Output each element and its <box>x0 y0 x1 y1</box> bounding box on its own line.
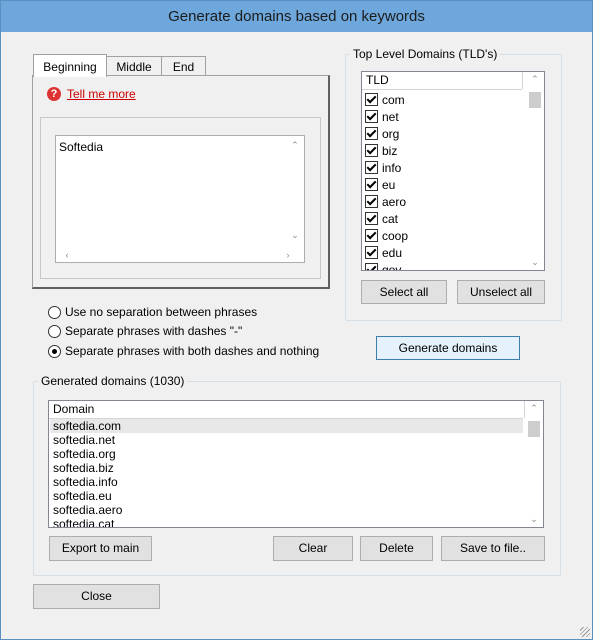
keywords-text: Softedia <box>59 140 104 154</box>
radio-label: Separate phrases with both dashes and no… <box>65 344 320 358</box>
radio-circle[interactable] <box>48 324 61 338</box>
tld-item[interactable]: coop <box>365 227 408 244</box>
tld-item[interactable]: cat <box>365 210 398 227</box>
tld-checkbox[interactable] <box>365 144 378 157</box>
tld-checkbox[interactable] <box>365 127 378 140</box>
domain-row[interactable]: softedia.org <box>53 447 116 461</box>
radio-label: Separate phrases with dashes "-" <box>65 324 243 338</box>
tld-scroll-down-icon[interactable]: ⌄ <box>528 257 542 268</box>
domain-scroll-up-icon[interactable]: ⌃ <box>527 403 541 414</box>
tld-item[interactable]: com <box>365 91 405 108</box>
scroll-right-icon[interactable]: › <box>281 250 295 260</box>
domain-row[interactable]: softedia.biz <box>53 461 114 475</box>
domain-row[interactable]: softedia.com <box>53 419 121 433</box>
tab-end[interactable]: End <box>161 56 206 77</box>
domain-scroll-down-icon[interactable]: ⌄ <box>527 514 541 525</box>
tld-label: com <box>382 92 405 107</box>
tld-item[interactable]: net <box>365 108 399 125</box>
radio-circle[interactable] <box>48 305 61 319</box>
tld-item[interactable]: edu <box>365 244 402 261</box>
tld-checkbox[interactable] <box>365 93 378 106</box>
tell-me-more-link[interactable]: Tell me more <box>67 87 136 101</box>
domain-row[interactable]: softedia.cat <box>53 517 114 527</box>
clear-button[interactable]: Clear <box>273 536 353 561</box>
tld-item[interactable]: gov <box>365 261 402 271</box>
window-title: Generate domains based on keywords <box>168 8 425 25</box>
help-icon: ? <box>47 87 61 101</box>
tld-label: cat <box>382 211 399 226</box>
tld-scroll-up-icon[interactable]: ⌃ <box>528 74 542 85</box>
scroll-down-icon[interactable]: ⌄ <box>288 230 302 241</box>
save-to-file-button[interactable]: Save to file.. <box>441 536 545 561</box>
tld-label: edu <box>382 245 403 260</box>
radio-dashes[interactable]: Separate phrases with dashes "-" <box>48 324 242 338</box>
tell-me-more[interactable]: ? Tell me more <box>47 87 136 101</box>
radio-circle[interactable] <box>48 344 61 358</box>
scroll-up-icon[interactable]: ⌃ <box>288 140 302 151</box>
tld-label: coop <box>382 228 409 243</box>
domain-row[interactable]: softedia.net <box>53 433 115 447</box>
tld-label: info <box>382 160 402 175</box>
tld-label: org <box>382 126 400 141</box>
domain-scroll-thumb[interactable] <box>528 421 540 437</box>
resize-grip-icon[interactable] <box>580 627 590 637</box>
tld-label: gov <box>382 262 402 271</box>
tld-item[interactable]: org <box>365 125 399 142</box>
select-all-button[interactable]: Select all <box>361 280 447 304</box>
tld-item[interactable]: eu <box>365 176 395 193</box>
tld-item[interactable]: aero <box>365 193 406 210</box>
tld-checkbox[interactable] <box>365 212 378 225</box>
tld-item[interactable]: biz <box>365 142 397 159</box>
tld-group-title: Top Level Domains (TLD's) <box>350 47 501 61</box>
delete-button[interactable]: Delete <box>360 536 433 561</box>
export-to-main-button[interactable]: Export to main <box>49 536 152 561</box>
tld-checkbox[interactable] <box>365 178 378 191</box>
generated-group-title: Generated domains (1030) <box>38 374 188 388</box>
radio-both[interactable]: Separate phrases with both dashes and no… <box>48 344 319 358</box>
tld-label: aero <box>382 194 407 209</box>
tld-checkbox[interactable] <box>365 246 378 259</box>
unselect-all-button[interactable]: Unselect all <box>457 280 545 304</box>
tld-checkbox[interactable] <box>365 110 378 123</box>
tld-column-header[interactable]: TLD <box>362 72 522 90</box>
domain-row[interactable]: softedia.eu <box>53 489 112 503</box>
domain-row[interactable]: softedia.info <box>53 475 118 489</box>
close-button[interactable]: Close <box>33 584 160 609</box>
tld-checkbox[interactable] <box>365 195 378 208</box>
keywords-textarea[interactable]: Softedia ⌃ ⌄ ‹ › <box>55 135 305 263</box>
domain-column-header[interactable]: Domain <box>49 401 523 419</box>
tld-checkbox[interactable] <box>365 263 378 270</box>
tld-item[interactable]: info <box>365 159 401 176</box>
generate-domains-button[interactable]: Generate domains <box>376 336 520 360</box>
scroll-left-icon[interactable]: ‹ <box>60 250 74 260</box>
tld-list[interactable]: TLD com net org biz info eu aero cat coop edu gov … <box>361 71 545 271</box>
radio-label: Use no separation between phrases <box>65 305 258 319</box>
radio-no-separation[interactable]: Use no separation between phrases <box>48 305 257 319</box>
tld-label: net <box>382 109 399 124</box>
tld-checkbox[interactable] <box>365 161 378 174</box>
domain-list[interactable]: Domain softedia.com softedia.net softedia.… <box>48 400 544 528</box>
tld-checkbox[interactable] <box>365 229 378 242</box>
tab-middle[interactable]: Middle <box>106 56 162 77</box>
tld-label: eu <box>382 177 396 192</box>
tld-scroll-thumb[interactable] <box>529 92 541 108</box>
title-bar[interactable]: Generate domains based on keywords <box>1 1 592 32</box>
tab-beginning[interactable]: Beginning <box>33 54 107 77</box>
domain-row[interactable]: softedia.aero <box>53 503 122 517</box>
tld-label: biz <box>382 143 398 158</box>
